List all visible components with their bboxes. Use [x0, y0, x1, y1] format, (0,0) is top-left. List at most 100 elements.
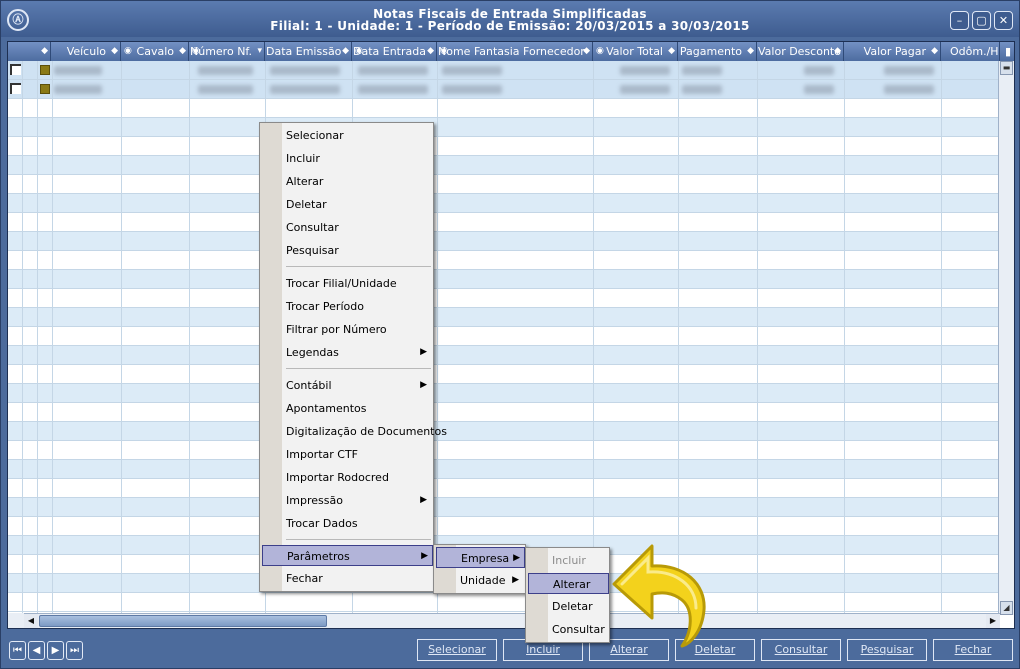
- menu-item-legendas[interactable]: Legendas ▶: [262, 342, 431, 363]
- menu-item-selecionar[interactable]: Selecionar: [262, 125, 431, 146]
- table-row[interactable]: [8, 593, 1000, 612]
- table-row[interactable]: [8, 137, 1000, 156]
- scroll-thumb[interactable]: [39, 615, 327, 627]
- table-row[interactable]: [8, 232, 1000, 251]
- table-row[interactable]: [8, 517, 1000, 536]
- table-row[interactable]: [8, 61, 1000, 80]
- table-row[interactable]: [8, 194, 1000, 213]
- table-row[interactable]: [8, 327, 1000, 346]
- header-cavalo[interactable]: ◉ Cavalo ◆: [122, 42, 189, 61]
- redacted-cell: [620, 85, 670, 94]
- header-odometro[interactable]: Odôm./H.: [942, 42, 1000, 61]
- table-row[interactable]: [8, 365, 1000, 384]
- menu-item-label: Selecionar: [286, 129, 344, 142]
- table-row[interactable]: [8, 175, 1000, 194]
- row-checkbox[interactable]: [10, 64, 21, 75]
- table-row[interactable]: [8, 118, 1000, 137]
- scroll-down-icon[interactable]: ◢: [1000, 601, 1013, 615]
- menu-item-trocar-dados[interactable]: Trocar Dados: [262, 513, 431, 534]
- row-checkbox[interactable]: [10, 83, 21, 94]
- menu-item-parametros[interactable]: Parâmetros ▶: [262, 545, 433, 566]
- menu-item-deletar[interactable]: Deletar: [262, 194, 431, 215]
- header-numero-nf[interactable]: ◉ Número Nf. ▾: [190, 42, 265, 61]
- table-row[interactable]: [8, 479, 1000, 498]
- table-row[interactable]: [8, 308, 1000, 327]
- empresa-item-alterar[interactable]: Alterar: [528, 573, 609, 594]
- header-data-emissao[interactable]: Data Emissão ◆: [266, 42, 352, 61]
- header-valor-desconto[interactable]: Valor Desconto ◆: [758, 42, 844, 61]
- maximize-button[interactable]: ▢: [972, 11, 991, 30]
- vertical-scrollbar[interactable]: ▬ ◢: [998, 61, 1014, 615]
- header-label: Pagamento: [679, 45, 742, 58]
- next-record-icon[interactable]: ▶: [47, 641, 64, 660]
- menu-item-alterar[interactable]: Alterar: [262, 171, 431, 192]
- menu-item-importar-rodocred[interactable]: Importar Rodocred: [262, 467, 431, 488]
- consultar-button[interactable]: Consultar: [761, 639, 841, 661]
- menu-item-label: Importar Rodocred: [286, 471, 389, 484]
- empresa-item-incluir[interactable]: Incluir: [528, 550, 607, 571]
- menu-item-filtrar-numero[interactable]: Filtrar por Número: [262, 319, 431, 340]
- invoice-grid[interactable]: ◆ Veículo ◆ ◉ Cavalo ◆ ◉ Número Nf. ▾ Data Em…: [7, 41, 1015, 629]
- table-row[interactable]: [8, 346, 1000, 365]
- previous-record-icon[interactable]: ◀: [28, 641, 45, 660]
- table-row[interactable]: [8, 270, 1000, 289]
- grid-divider: [678, 61, 679, 613]
- menu-item-trocar-periodo[interactable]: Trocar Período: [262, 296, 431, 317]
- scroll-corner: [8, 613, 24, 628]
- selecionar-button[interactable]: Selecionar: [417, 639, 497, 661]
- submenu-item-empresa[interactable]: Empresa ▶: [436, 547, 525, 568]
- table-row[interactable]: [8, 251, 1000, 270]
- menu-item-pesquisar[interactable]: Pesquisar: [262, 240, 431, 261]
- table-row[interactable]: [8, 80, 1000, 99]
- empresa-item-consultar[interactable]: Consultar: [528, 619, 607, 640]
- scroll-right-icon[interactable]: ▶: [986, 614, 1000, 628]
- header-label: Valor Desconto: [758, 45, 841, 58]
- menu-item-digitalizacao[interactable]: Digitalização de Documentos: [262, 421, 447, 442]
- table-row[interactable]: [8, 99, 1000, 118]
- header-veiculo[interactable]: Veículo ◆: [52, 42, 121, 61]
- menu-item-impressao[interactable]: Impressão ▶: [262, 490, 431, 511]
- table-row[interactable]: [8, 156, 1000, 175]
- menu-item-trocar-filial[interactable]: Trocar Filial/Unidade: [262, 273, 431, 294]
- grid-divider: [844, 61, 845, 613]
- table-row[interactable]: [8, 460, 1000, 479]
- header-valor-total[interactable]: ◉ Valor Total ◆: [594, 42, 678, 61]
- pesquisar-button[interactable]: Pesquisar: [847, 639, 927, 661]
- redacted-cell: [682, 66, 722, 75]
- table-row[interactable]: [8, 384, 1000, 403]
- table-row[interactable]: [8, 403, 1000, 422]
- menu-item-incluir[interactable]: Incluir: [262, 148, 431, 169]
- menu-item-label: Pesquisar: [286, 244, 339, 257]
- last-record-icon[interactable]: ⏭: [66, 641, 83, 660]
- grid-divider: [52, 61, 53, 613]
- header-valor-pagar[interactable]: Valor Pagar ◆: [845, 42, 941, 61]
- scroll-left-icon[interactable]: ◀: [24, 614, 38, 628]
- minimize-button[interactable]: –: [950, 11, 969, 30]
- menu-item-importar-ctf[interactable]: Importar CTF: [262, 444, 431, 465]
- fechar-button[interactable]: Fechar: [933, 639, 1013, 661]
- header-menu-icon[interactable]: ▮: [1000, 42, 1014, 61]
- menu-item-fechar[interactable]: Fechar: [262, 568, 431, 589]
- table-row[interactable]: [8, 422, 1000, 441]
- menu-item-label: Deletar: [552, 600, 593, 613]
- table-row[interactable]: [8, 498, 1000, 517]
- header-nome-fornecedor[interactable]: ◉ Nome Fantasia Fornecedor ◆: [438, 42, 593, 61]
- header-pagamento[interactable]: Pagamento ◆: [679, 42, 757, 61]
- header-data-entrada[interactable]: ◉ Data Entrada ◆: [353, 42, 437, 61]
- empresa-item-deletar[interactable]: Deletar: [528, 596, 607, 617]
- horizontal-scrollbar[interactable]: ◀ ▶: [24, 613, 1000, 628]
- submenu-item-unidade[interactable]: Unidade ▶: [436, 570, 523, 591]
- grid-divider: [22, 61, 23, 613]
- close-button[interactable]: ✕: [994, 11, 1013, 30]
- first-record-icon[interactable]: ⏮: [9, 641, 26, 660]
- menu-item-apontamentos[interactable]: Apontamentos: [262, 398, 431, 419]
- menu-item-contabil[interactable]: Contábil ▶: [262, 375, 431, 396]
- header-label: Data Entrada: [353, 45, 426, 58]
- scroll-up-icon[interactable]: ▬: [1000, 61, 1013, 75]
- table-row[interactable]: [8, 213, 1000, 232]
- table-row[interactable]: [8, 441, 1000, 460]
- header-select-column[interactable]: ◆: [8, 42, 51, 61]
- header-label: Veículo: [66, 45, 106, 58]
- menu-item-consultar[interactable]: Consultar: [262, 217, 431, 238]
- table-row[interactable]: [8, 289, 1000, 308]
